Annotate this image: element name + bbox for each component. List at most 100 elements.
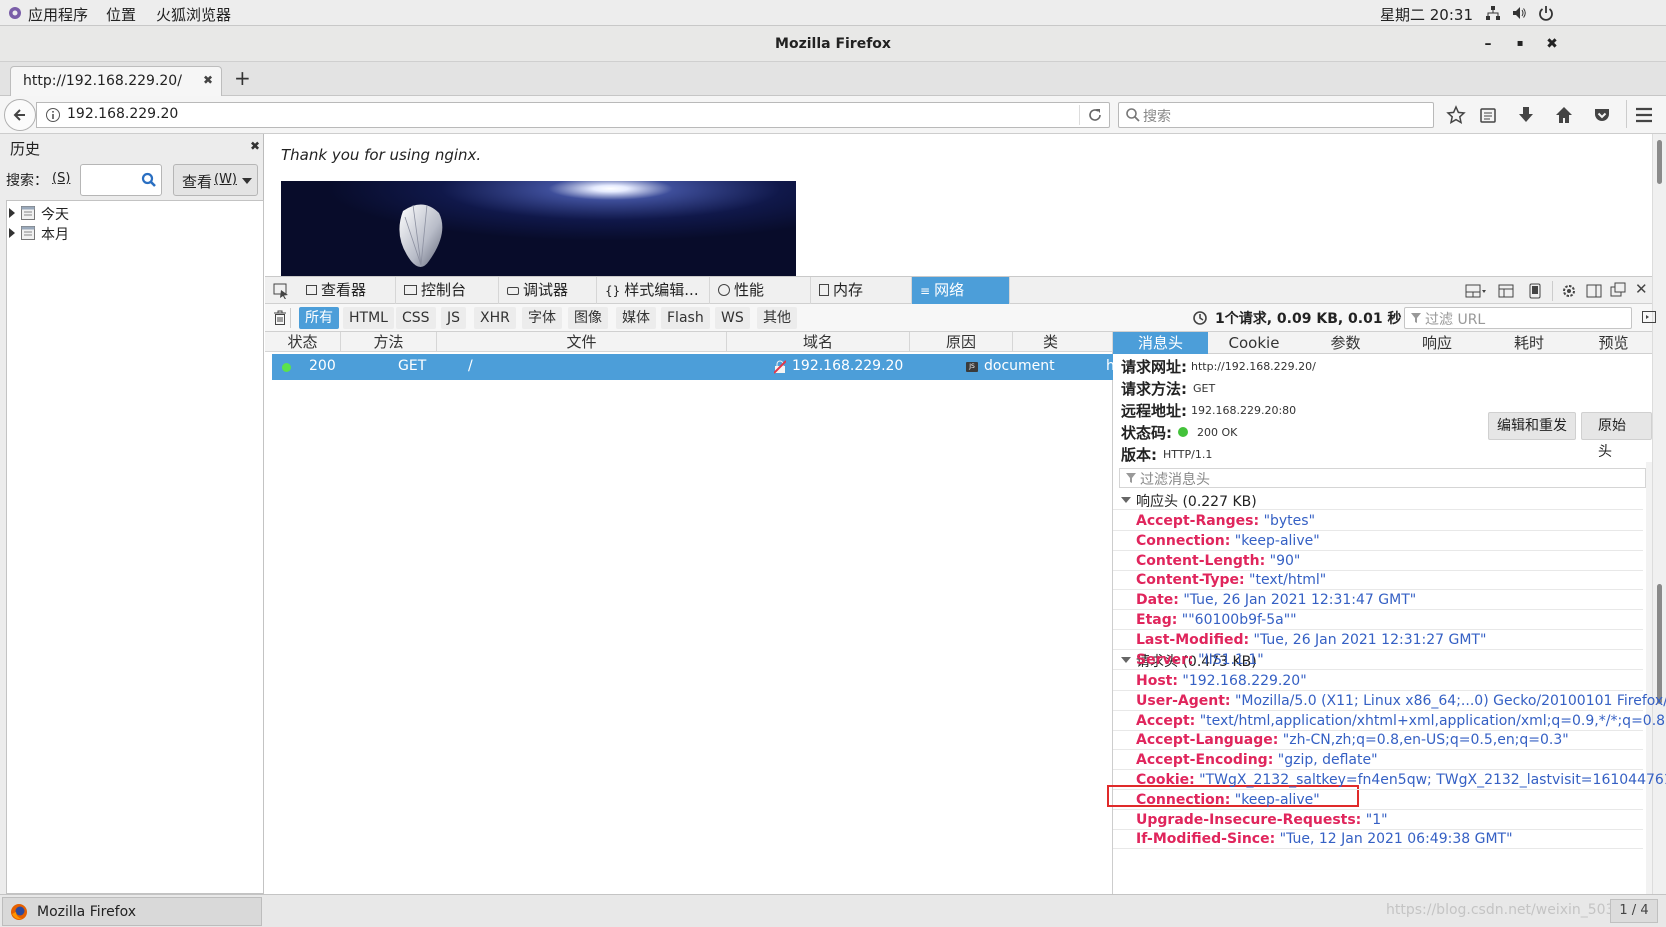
sidebar-search-input[interactable] — [80, 164, 162, 196]
dock-icon[interactable] — [1465, 283, 1487, 299]
hamburger-menu-icon[interactable] — [1634, 105, 1654, 125]
sidebar-close-icon[interactable]: ✖ — [250, 139, 260, 153]
column-status[interactable]: 状态 — [265, 332, 341, 352]
filter-fonts[interactable]: 字体 — [522, 307, 562, 329]
browser-tab[interactable]: http://192.168.229.20/ ✖ — [10, 66, 222, 97]
filter-url-input[interactable]: 过滤 URL — [1404, 307, 1632, 329]
header-row[interactable]: Content-Length: "90" — [1113, 551, 1643, 571]
page-scrollbar-thumb[interactable] — [1657, 140, 1662, 184]
view-button[interactable]: 查看 (W) — [173, 164, 258, 196]
header-row[interactable]: Last-Modified: "Tue, 26 Jan 2021 12:31:2… — [1113, 630, 1643, 650]
tab-params[interactable]: 参数 — [1300, 332, 1391, 354]
search-field[interactable]: 搜索 — [1118, 102, 1434, 128]
split-console-icon[interactable] — [1498, 283, 1514, 299]
dock-side-icon[interactable] — [1586, 283, 1602, 299]
history-item-today[interactable]: 今天 — [7, 203, 207, 223]
clock[interactable]: 星期二 20:31 — [1380, 4, 1473, 25]
bookmark-star-icon[interactable] — [1446, 105, 1466, 125]
pick-element-icon[interactable] — [273, 283, 289, 299]
column-method[interactable]: 方法 — [341, 332, 437, 352]
info-icon[interactable] — [45, 107, 61, 123]
header-row[interactable]: Accept-Encoding: "gzip, deflate" — [1113, 750, 1643, 771]
home-icon[interactable] — [1554, 105, 1574, 125]
browser-menu[interactable]: 火狐浏览器 — [156, 4, 231, 25]
toggle-details-icon[interactable] — [1642, 310, 1656, 324]
filter-css[interactable]: CSS — [396, 307, 436, 329]
applications-menu[interactable]: 应用程序 — [28, 4, 88, 25]
column-domain[interactable]: 域名 — [727, 332, 910, 352]
filter-ws[interactable]: WS — [715, 307, 750, 329]
history-tree[interactable]: 今天 本月 — [6, 200, 264, 894]
devtools-scrollbar-thumb[interactable] — [1657, 584, 1662, 704]
tab-style-editor[interactable]: {} 样式编辑... — [597, 277, 710, 304]
history-item-month[interactable]: 本月 — [7, 223, 207, 243]
responsive-design-icon[interactable] — [1529, 283, 1541, 299]
tab-memory[interactable]: 内存 — [811, 277, 912, 304]
header-row[interactable]: User-Agent: "Mozilla/5.0 (X11; Linux x86… — [1113, 691, 1666, 711]
workspace-pager[interactable]: 1 / 4 — [1610, 899, 1658, 923]
table-row[interactable]: 200 GET / 192.168.229.20 JS document h — [272, 354, 1115, 380]
column-type[interactable]: 类 — [1013, 332, 1113, 352]
header-row[interactable]: Connection: "keep-alive" — [1113, 531, 1643, 551]
column-file[interactable]: 文件 — [437, 332, 727, 352]
header-row[interactable]: Content-Type: "text/html" — [1113, 570, 1643, 591]
sidebar-search-icon[interactable] — [141, 172, 157, 188]
filter-js[interactable]: JS — [441, 307, 467, 329]
header-row[interactable]: Connection: "keep-alive" — [1113, 790, 1643, 810]
back-button[interactable] — [4, 99, 36, 131]
tab-inspector[interactable]: 查看器 — [298, 277, 396, 304]
pocket-icon[interactable] — [1592, 105, 1612, 125]
response-headers-section[interactable]: 响应头 (0.227 KB) — [1113, 490, 1643, 510]
url-bar[interactable]: 192.168.229.20 — [36, 102, 1110, 128]
filter-all[interactable]: 所有 — [299, 307, 339, 329]
close-devtools-icon[interactable]: ✕ — [1635, 280, 1648, 298]
tab-debugger[interactable]: 调试器 — [499, 277, 597, 304]
header-row[interactable]: Host: "192.168.229.20" — [1113, 671, 1643, 691]
edit-resend-button[interactable]: 编辑和重发 — [1488, 412, 1576, 440]
trash-icon[interactable] — [273, 310, 287, 326]
minimize-button[interactable]: – — [1476, 33, 1500, 55]
url-text[interactable]: 192.168.229.20 — [67, 106, 178, 122]
power-icon[interactable] — [1538, 5, 1554, 21]
undock-icon[interactable] — [1610, 282, 1626, 298]
tab-console[interactable]: 控制台 — [396, 277, 499, 304]
filter-flash[interactable]: Flash — [661, 307, 710, 329]
collapse-arrow-icon[interactable] — [1121, 497, 1131, 503]
tab-response[interactable]: 响应 — [1391, 332, 1483, 354]
expand-arrow-icon[interactable] — [9, 208, 15, 218]
filter-images[interactable]: 图像 — [568, 307, 608, 329]
new-tab-button[interactable]: + — [234, 66, 251, 90]
details-scrollbar[interactable] — [1646, 462, 1652, 894]
header-row[interactable]: Cookie: "TWgX_2132_saltkey=fn4en5qw; TWg… — [1113, 770, 1666, 790]
tab-close-icon[interactable]: ✖ — [203, 73, 213, 87]
gear-icon[interactable] — [1561, 283, 1577, 299]
taskbar-firefox-item[interactable]: Mozilla Firefox — [2, 897, 262, 926]
volume-icon[interactable] — [1511, 5, 1527, 21]
raw-headers-button[interactable]: 原始头 — [1581, 412, 1652, 460]
reading-list-icon[interactable] — [1478, 105, 1498, 125]
close-window-button[interactable]: ✖ — [1540, 33, 1564, 55]
header-row[interactable]: Date: "Tue, 26 Jan 2021 12:31:47 GMT" — [1113, 590, 1643, 611]
header-row[interactable]: Accept-Ranges: "bytes" — [1113, 511, 1643, 531]
places-menu[interactable]: 位置 — [106, 4, 136, 25]
filter-headers-input[interactable]: 过滤消息头 — [1119, 468, 1646, 488]
tab-cookies[interactable]: Cookie — [1208, 332, 1300, 354]
tab-performance[interactable]: 性能 — [710, 277, 811, 304]
filter-other[interactable]: 其他 — [757, 307, 797, 329]
reload-icon[interactable] — [1087, 107, 1103, 123]
filter-media[interactable]: 媒体 — [616, 307, 656, 329]
column-cause[interactable]: 原因 — [910, 332, 1013, 352]
header-row[interactable]: Etag: ""60100b9f-5a"" — [1113, 610, 1643, 630]
expand-arrow-icon[interactable] — [9, 228, 15, 238]
maximize-button[interactable]: ▪ — [1508, 33, 1532, 55]
filter-xhr[interactable]: XHR — [474, 307, 516, 329]
tab-timings[interactable]: 耗时 — [1483, 332, 1575, 354]
tab-headers[interactable]: 消息头 — [1113, 332, 1208, 354]
header-row[interactable]: Upgrade-Insecure-Requests: "1" — [1113, 810, 1643, 830]
header-row[interactable]: Accept: "text/html,application/xhtml+xml… — [1113, 711, 1666, 731]
tab-preview[interactable]: 预览 — [1575, 332, 1652, 354]
filter-html[interactable]: HTML — [343, 307, 394, 329]
network-icon[interactable] — [1485, 5, 1501, 21]
header-row[interactable]: Server: "IIS1.1.1" — [1113, 650, 1643, 670]
tab-network[interactable]: ≡ 网络 — [912, 277, 1010, 304]
